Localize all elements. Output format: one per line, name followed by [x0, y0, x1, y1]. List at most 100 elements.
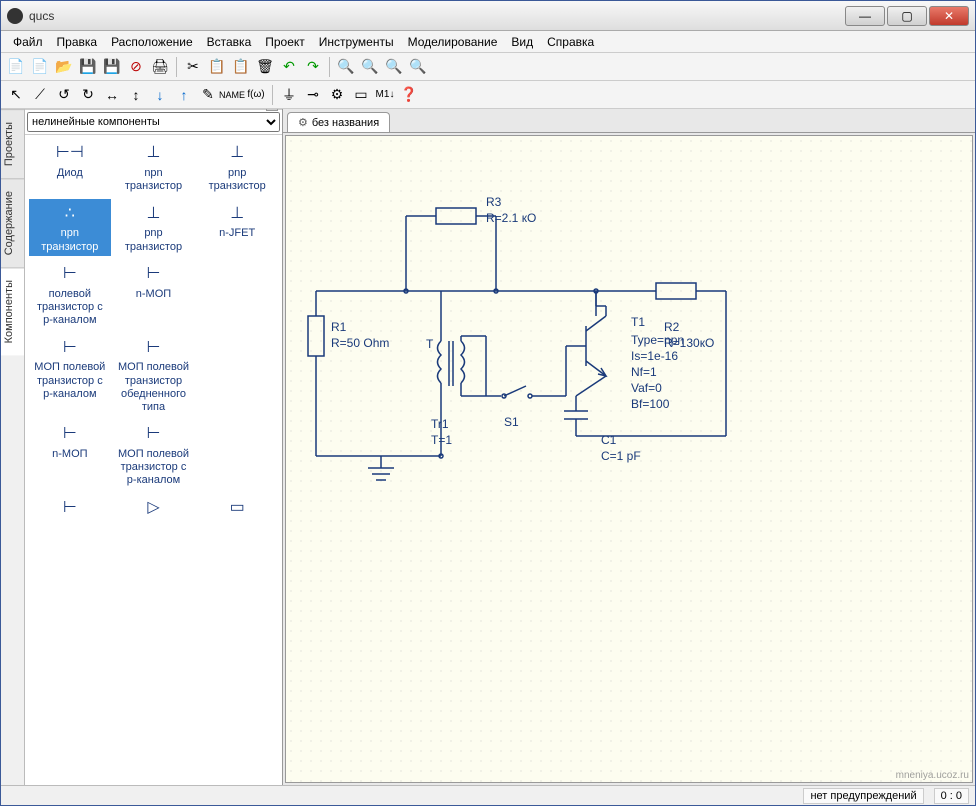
component-symbol-icon: ⊢ [137, 262, 169, 286]
component-category-select[interactable]: нелинейные компоненты [27, 112, 280, 132]
component-item[interactable]: ∴npn транзистор [29, 199, 111, 255]
save-icon[interactable]: 💾 [77, 56, 99, 78]
pointer-icon[interactable]: ↖ [5, 84, 27, 106]
gear-icon: ⚙ [298, 116, 308, 129]
status-warnings: нет предупреждений [803, 788, 923, 804]
schematic-svg: R3 R=2.1 кО R1 R=50 Ohm [286, 136, 966, 783]
rotate-ccw-icon[interactable]: ↺ [53, 84, 75, 106]
component-symbol-icon: ▭ [221, 496, 253, 520]
component-item[interactable]: ⊢ [29, 494, 111, 524]
component-item[interactable]: ⊥pnp транзистор [113, 199, 195, 255]
menu-tools[interactable]: Инструменты [313, 33, 400, 51]
zoom-out-icon[interactable]: 🔍 [359, 56, 381, 78]
gear-icon[interactable]: ⚙ [326, 84, 348, 106]
new-text-icon[interactable]: 📄 [29, 56, 51, 78]
menu-view[interactable]: Вид [505, 33, 539, 51]
port-icon[interactable]: ⊸ [302, 84, 324, 106]
fx-icon[interactable]: f(ω) [245, 84, 267, 106]
component-symbol-icon: ⊥ [221, 201, 253, 225]
app-icon [7, 8, 23, 24]
palette-close-icon[interactable]: × [266, 109, 278, 111]
component-item[interactable]: ⊥ n-JFET [196, 199, 278, 255]
copy-icon[interactable]: 📋 [206, 56, 228, 78]
move-down-icon[interactable]: ↓ [149, 84, 171, 106]
side-tab-content[interactable]: Содержание [1, 178, 24, 267]
name-icon[interactable]: NAME [221, 84, 243, 106]
component-label: n-JFET [219, 227, 255, 240]
menu-layout[interactable]: Расположение [105, 33, 199, 51]
menu-insert[interactable]: Вставка [201, 33, 258, 51]
delete-icon[interactable]: ⊘ [125, 56, 147, 78]
marker-icon[interactable]: M1↓ [374, 84, 396, 106]
trash-icon[interactable]: 🗑 [254, 56, 276, 78]
print-icon[interactable]: 🖨 [149, 56, 171, 78]
component-item[interactable]: ⊢⊣Диод [29, 139, 111, 195]
component-item[interactable]: ⊥npn транзистор [113, 139, 195, 195]
side-tab-projects[interactable]: Проекты [1, 109, 24, 178]
close-button[interactable] [929, 6, 969, 26]
svg-text:T=1: T=1 [431, 433, 452, 447]
zoom-fit-icon[interactable]: 🔍 [383, 56, 405, 78]
menu-edit[interactable]: Правка [51, 33, 104, 51]
svg-text:T: T [426, 337, 434, 351]
svg-text:Type=npn: Type=npn [631, 333, 684, 347]
flip-h-icon[interactable]: ↔ [101, 84, 123, 106]
component-item[interactable]: ⊥pnp транзистор [196, 139, 278, 195]
status-coords: 0 : 0 [934, 788, 969, 804]
save-all-icon[interactable]: 💾 [101, 56, 123, 78]
component-label: полевой транзистор с p-каналом [31, 288, 109, 328]
document-tabs: ⚙ без названия [283, 109, 975, 133]
chip-icon[interactable]: ▭ [350, 84, 372, 106]
zoom-in-icon[interactable]: 🔍 [335, 56, 357, 78]
component-symbol-icon: ⊢ [54, 262, 86, 286]
component-item[interactable]: ▭ [196, 494, 278, 524]
move-up-icon[interactable]: ↑ [173, 84, 195, 106]
component-symbol-icon: ∴ [54, 201, 86, 225]
toolbar-2: ↖ ⟋ ↺ ↻ ↔ ↕ ↓ ↑ ✎ NAME f(ω) ⏚ ⊸ ⚙ ▭ M1↓ … [1, 81, 975, 109]
component-item[interactable]: ⊢МОП полевой транзистор с p-каналом [113, 420, 195, 490]
component-item[interactable] [196, 260, 278, 330]
side-tab-components[interactable]: Компоненты [1, 267, 24, 355]
component-item[interactable]: ▷ [113, 494, 195, 524]
draw-wire-icon[interactable]: ⟋ [29, 84, 51, 106]
palette-grid: ⊢⊣Диод⊥npn транзистор⊥pnp транзистор∴npn… [25, 135, 282, 785]
undo-icon[interactable]: ↶ [278, 56, 300, 78]
ground-icon[interactable]: ⏚ [278, 84, 300, 106]
open-icon[interactable]: 📂 [53, 56, 75, 78]
component-symbol-icon: ⊢ [137, 335, 169, 359]
pen-icon[interactable]: ✎ [197, 84, 219, 106]
new-icon[interactable]: 📄 [5, 56, 27, 78]
component-item[interactable] [196, 420, 278, 490]
component-item[interactable] [196, 333, 278, 416]
component-label: Диод [57, 167, 83, 180]
component-item[interactable]: ⊢МОП полевой транзистор обедненного типа [113, 333, 195, 416]
schematic-canvas[interactable]: R3 R=2.1 кО R1 R=50 Ohm [285, 135, 973, 783]
window-title: qucs [29, 9, 845, 23]
zoom-100-icon[interactable]: 🔍 [407, 56, 429, 78]
component-item[interactable]: ⊢полевой транзистор с p-каналом [29, 260, 111, 330]
component-item[interactable]: ⊢МОП полевой транзистор с p-каналом [29, 333, 111, 416]
menu-help[interactable]: Справка [541, 33, 600, 51]
redo-icon[interactable]: ↷ [302, 56, 324, 78]
component-symbol-icon [221, 262, 253, 286]
paste-icon[interactable]: 📋 [230, 56, 252, 78]
maximize-button[interactable] [887, 6, 927, 26]
component-item[interactable]: ⊢n-МОП [113, 260, 195, 330]
doc-tab-untitled[interactable]: ⚙ без названия [287, 112, 390, 132]
component-label: npn транзистор [115, 167, 193, 193]
component-symbol-icon: ⊢ [137, 422, 169, 446]
watermark: mneniya.ucoz.ru [896, 770, 969, 781]
minimize-button[interactable] [845, 6, 885, 26]
cut-icon[interactable]: ✂ [182, 56, 204, 78]
help-icon[interactable]: ❓ [398, 84, 420, 106]
rotate-cw-icon[interactable]: ↻ [77, 84, 99, 106]
flip-v-icon[interactable]: ↕ [125, 84, 147, 106]
svg-text:Nf=1: Nf=1 [631, 365, 657, 379]
svg-text:Vaf=0: Vaf=0 [631, 381, 662, 395]
menu-project[interactable]: Проект [259, 33, 311, 51]
svg-text:R3: R3 [486, 195, 502, 209]
menu-file[interactable]: Файл [7, 33, 49, 51]
component-item[interactable]: ⊢n-МОП [29, 420, 111, 490]
svg-text:Tr1: Tr1 [431, 417, 449, 431]
menu-simulate[interactable]: Моделирование [402, 33, 504, 51]
